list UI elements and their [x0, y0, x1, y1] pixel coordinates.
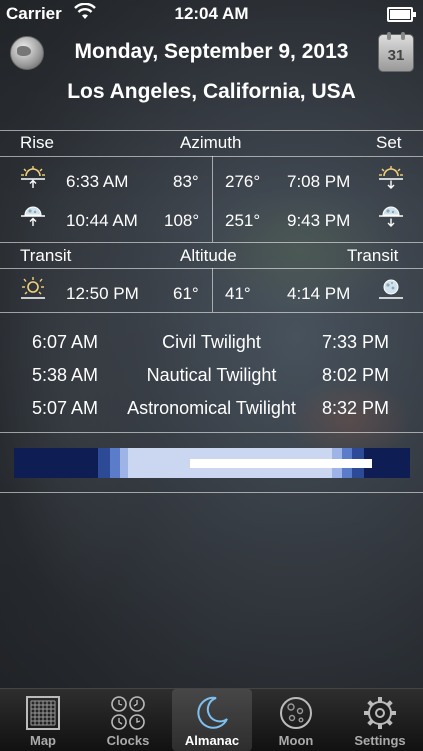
divider [0, 130, 423, 131]
sun-transit-icon [21, 277, 45, 299]
moon-icon [280, 697, 312, 729]
clocks-icon [111, 696, 145, 730]
civil-segment [120, 448, 128, 478]
sunrise-azimuth: 83° [173, 172, 199, 191]
sunset-time: 7:08 PM [287, 172, 351, 191]
civil-twilight-end: 7:33 PM [322, 332, 390, 352]
tab-settings-label: Settings [354, 733, 406, 748]
sunrise-time: 6:33 AM [66, 172, 129, 191]
tab-almanac-label: Almanac [184, 733, 240, 748]
tab-bar: Map Clocks Almanac Moon Settings [0, 688, 423, 751]
date-title: Monday, September 9, 2013 [74, 40, 349, 63]
transit-header-right: Transit [347, 246, 399, 265]
astronomical-twilight-end: 8:32 PM [322, 398, 390, 418]
set-header: Set [376, 133, 402, 152]
status-time: 12:04 AM [174, 4, 249, 23]
moonrise-time: 10:44 AM [66, 211, 138, 230]
calendar-day: 31 [387, 47, 405, 64]
astronomical-segment [98, 448, 110, 478]
tab-moon-label: Moon [278, 733, 314, 748]
tab-map-label: Map [30, 733, 56, 748]
moonrise-azimuth: 108° [164, 211, 200, 230]
sun-transit-time: 12:50 PM [66, 284, 139, 303]
tab-almanac[interactable]: Almanac [172, 689, 252, 751]
tab-settings[interactable]: Settings [340, 689, 420, 751]
transit-header-left: Transit [20, 246, 72, 265]
altitude-header: Altitude [180, 246, 237, 265]
moon-altitude: 41° [225, 284, 251, 303]
tab-map[interactable]: Map [3, 689, 83, 751]
divider [0, 492, 423, 493]
moon-transit-icon [379, 279, 403, 299]
tab-clocks[interactable]: Clocks [88, 689, 168, 751]
location-title: Los Angeles, California, USA [67, 80, 356, 103]
moonrise-icon [21, 206, 45, 226]
nautical-twilight-end: 8:02 PM [322, 365, 390, 385]
divider [0, 432, 423, 433]
nautical-segment [110, 448, 120, 478]
daylight-bar [14, 448, 410, 478]
moon-up-line [190, 459, 372, 468]
sun-altitude: 61° [173, 284, 199, 303]
sunset-azimuth: 276° [225, 172, 261, 191]
tab-clocks-label: Clocks [106, 733, 150, 748]
header: Monday, September 9, 2013 Los Angeles, C… [0, 28, 423, 128]
divider [0, 312, 423, 313]
sunrise-icon [21, 166, 45, 188]
map-grid-icon [26, 696, 60, 730]
calendar-icon[interactable]: 31 [378, 32, 414, 72]
battery-icon [387, 7, 416, 22]
status-bar: Carrier 12:04 AM [0, 0, 423, 28]
moonset-azimuth: 251° [225, 211, 261, 230]
divider [212, 156, 213, 242]
divider [212, 268, 213, 312]
moonset-icon [379, 206, 403, 227]
azimuth-header: Azimuth [180, 133, 242, 152]
crescent-moon-icon [197, 696, 228, 729]
sunset-icon [379, 166, 403, 189]
gear-icon [364, 697, 396, 729]
moon-transit-time: 4:14 PM [287, 284, 351, 303]
rise-header: Rise [20, 133, 55, 152]
tab-moon[interactable]: Moon [256, 689, 336, 751]
moonset-time: 9:43 PM [287, 211, 351, 230]
divider [0, 242, 423, 243]
